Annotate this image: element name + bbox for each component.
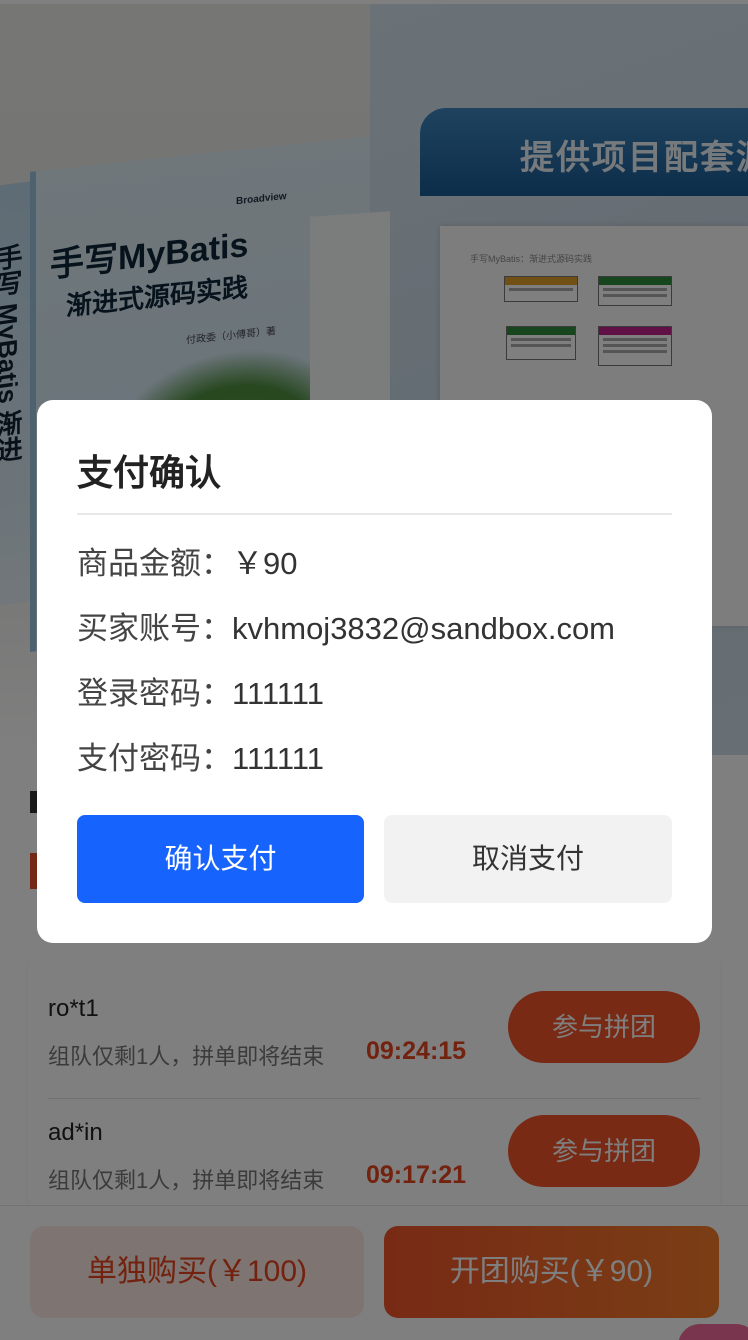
payment-confirm-dialog: 支付确认 商品金额：￥90 买家账号：kvhmoj3832@sandbox.co… (37, 400, 712, 943)
cancel-payment-button[interactable]: 取消支付 (384, 815, 672, 903)
dialog-title: 支付确认 (77, 452, 222, 493)
login-password-label: 登录密码： (77, 676, 232, 711)
login-password-row: 登录密码：111111 (77, 668, 324, 713)
confirm-payment-button[interactable]: 确认支付 (77, 815, 364, 903)
pay-password-row: 支付密码：111111 (77, 733, 324, 778)
amount-row: 商品金额：￥90 (77, 538, 297, 583)
amount-label: 商品金额： (77, 546, 232, 581)
account-value: kvhmoj3832@sandbox.com (232, 611, 616, 646)
pay-password-value: 111111 (232, 741, 324, 776)
amount-value: ￥90 (232, 546, 298, 581)
pay-password-label: 支付密码： (77, 741, 232, 776)
account-label: 买家账号： (77, 611, 232, 646)
account-row: 买家账号：kvhmoj3832@sandbox.com (77, 603, 615, 648)
login-password-value: 111111 (232, 676, 324, 711)
divider (77, 513, 672, 515)
